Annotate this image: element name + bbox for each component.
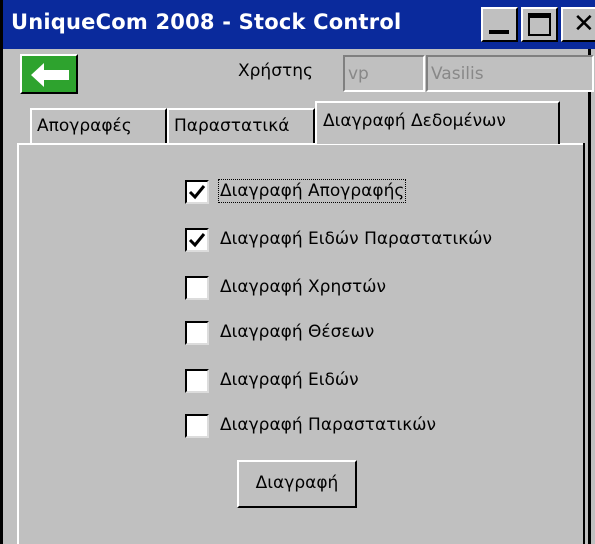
option-label: Διαγραφή Ειδών Παραστατικών [220,229,493,249]
checkbox[interactable] [185,369,209,393]
checkbox[interactable] [185,414,209,438]
option-label: Διαγραφή Θέσεων [220,322,375,342]
title-bar[interactable]: UniqueCom 2008 - Stock Control ✕ [3,0,595,49]
close-icon: ✕ [573,9,595,39]
checkmark-icon [188,185,206,200]
delete-button[interactable]: Διαγραφή [237,460,357,508]
checkbox[interactable] [185,276,209,300]
checkmark-icon [188,233,206,248]
tab-strip: Απογραφές Παραστατικά Διαγραφή Δεδομένων [3,98,595,144]
option-label: Διαγραφή Χρηστών [220,277,386,297]
tab-documents[interactable]: Παραστατικά [167,108,315,144]
checkbox[interactable] [185,180,209,204]
close-button[interactable]: ✕ [561,7,595,42]
window-title: UniqueCom 2008 - Stock Control [11,10,402,34]
maximize-icon [528,13,551,36]
checkbox[interactable] [185,228,209,252]
user-name-field[interactable]: Vasilis [426,55,594,92]
app-window: UniqueCom 2008 - Stock Control ✕ Χρήστης… [0,0,595,544]
tab-delete-data[interactable]: Διαγραφή Δεδομένων [315,101,560,144]
tab-inventories[interactable]: Απογραφές [30,108,167,144]
checkbox[interactable] [185,321,209,345]
minimize-button[interactable] [481,7,518,42]
option-label: Διαγραφή Ειδών [220,370,359,390]
user-label: Χρήστης [238,61,313,81]
arrow-left-icon [31,63,69,87]
option-label: Διαγραφή Απογραφής [217,179,407,203]
option-label: Διαγραφή Παραστατικών [220,415,436,435]
back-button[interactable] [20,54,78,94]
user-id-field[interactable]: vp [343,55,425,92]
minimize-icon [489,30,509,34]
maximize-button[interactable] [521,7,558,42]
